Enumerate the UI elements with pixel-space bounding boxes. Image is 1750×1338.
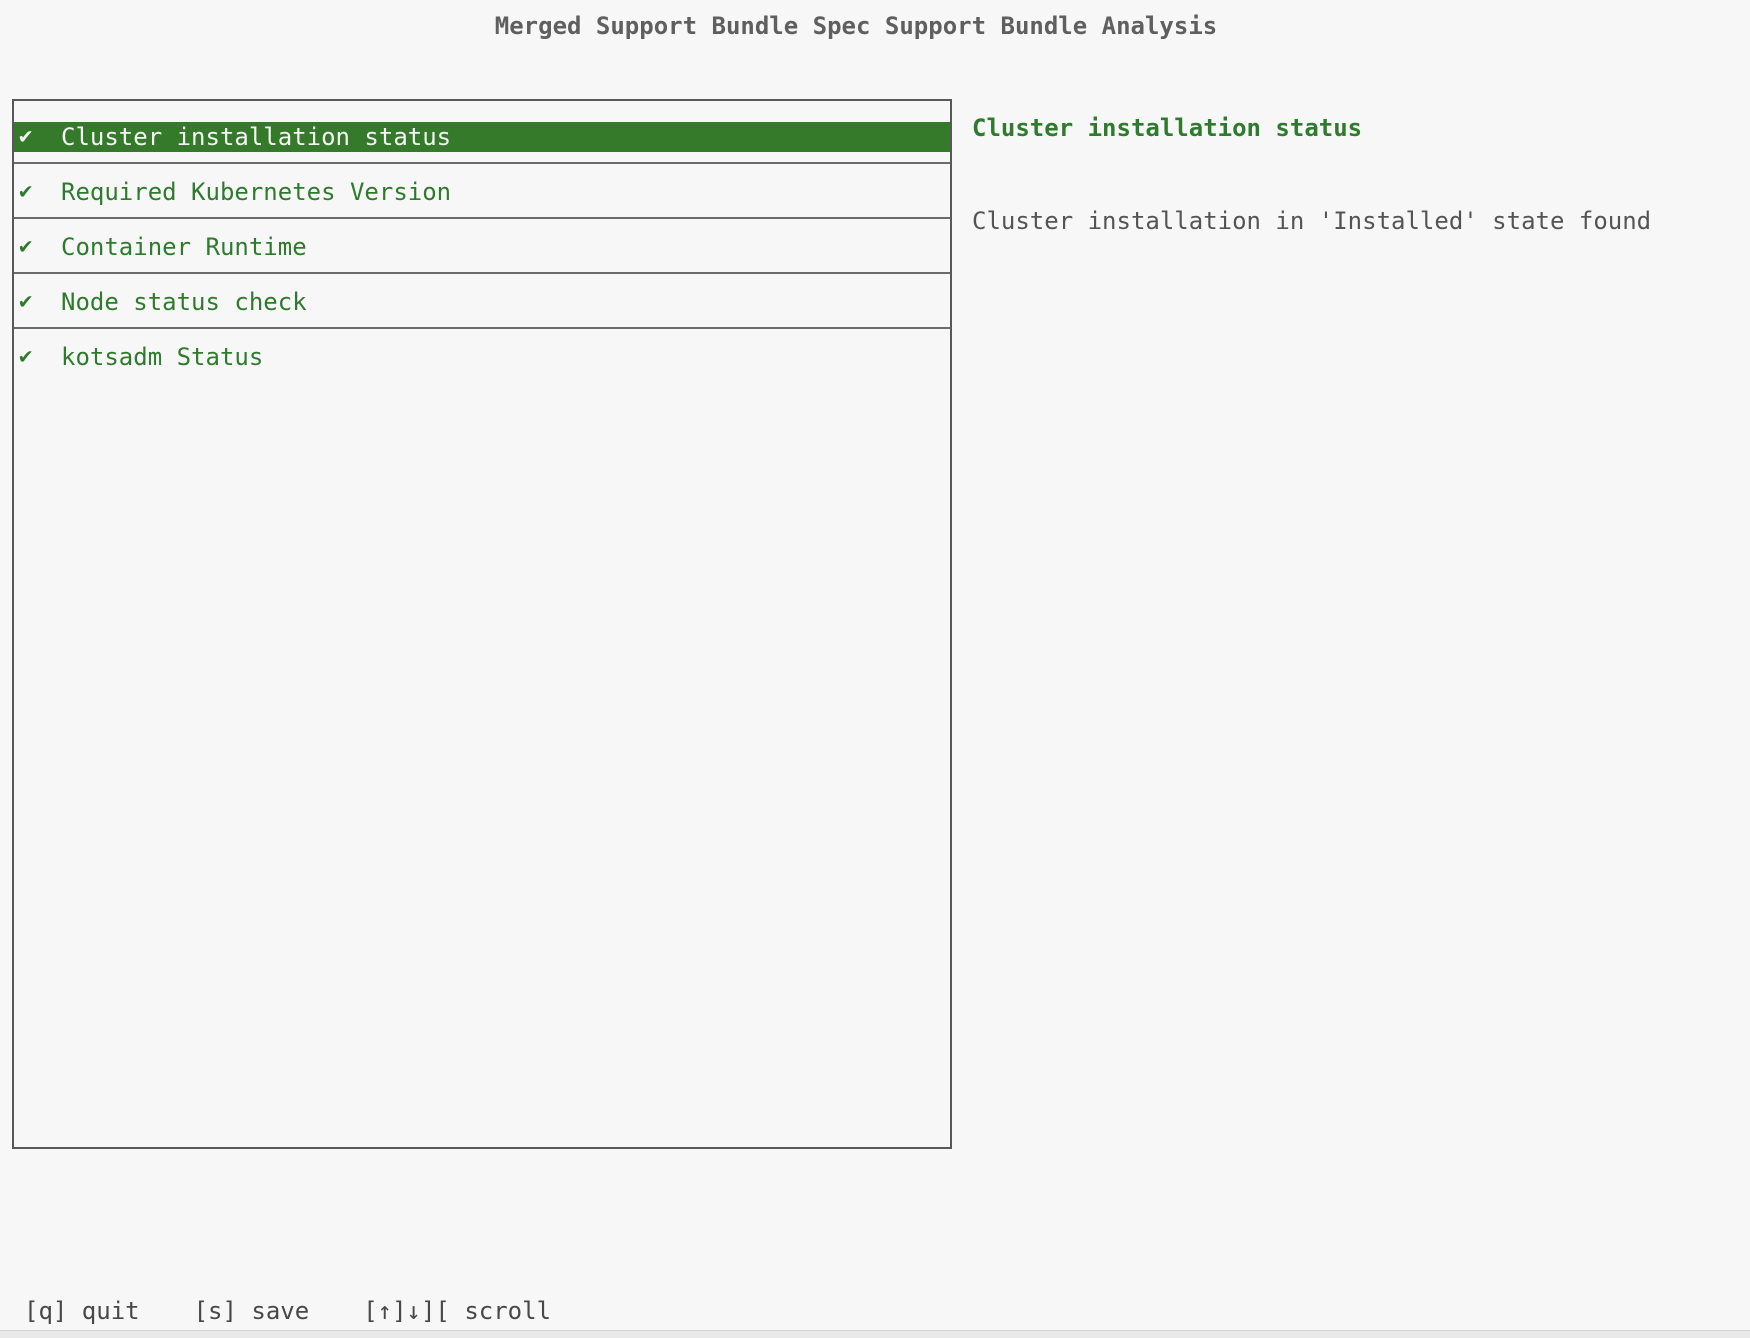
check-icon: ✔ — [19, 232, 43, 262]
analyzer-item-cluster-installation-status[interactable]: ✔ Cluster installation status — [14, 109, 950, 164]
analyzer-item-container-runtime[interactable]: ✔ Container Runtime — [14, 219, 950, 274]
analyzer-item-required-kubernetes-version[interactable]: ✔ Required Kubernetes Version — [14, 164, 950, 219]
analyzer-item-node-status-check[interactable]: ✔ Node status check — [14, 274, 950, 329]
check-icon: ✔ — [19, 177, 43, 207]
check-icon: ✔ — [19, 122, 43, 152]
detail-heading: Cluster installation status — [972, 112, 1362, 144]
check-icon: ✔ — [19, 287, 43, 317]
hint-save: [s] save — [194, 1296, 310, 1326]
analyzer-item-label: Node status check — [61, 288, 307, 316]
hint-scroll: [↑]↓][ scroll — [363, 1296, 551, 1326]
analyzer-item-label: Required Kubernetes Version — [61, 178, 451, 206]
analyzer-item-kotsadm-status[interactable]: ✔ kotsadm Status — [14, 329, 950, 384]
selected-row-highlight: ✔ Cluster installation status — [14, 122, 950, 152]
check-icon: ✔ — [19, 342, 43, 372]
hint-quit: [q] quit — [24, 1296, 140, 1326]
analyzer-list: ✔ Cluster installation status ✔ Required… — [12, 99, 952, 1149]
detail-body: Cluster installation in 'Installed' stat… — [972, 206, 1651, 236]
analyzer-item-label: Cluster installation status — [61, 123, 451, 151]
analyzer-item-label: Container Runtime — [61, 233, 307, 261]
page-title: Merged Support Bundle Spec Support Bundl… — [0, 9, 1712, 43]
footer-hints: [q] quit [s] save [↑]↓][ scroll — [24, 1296, 551, 1326]
analyzer-item-label: kotsadm Status — [61, 343, 263, 371]
terminal-bottom-edge — [0, 1330, 1750, 1338]
